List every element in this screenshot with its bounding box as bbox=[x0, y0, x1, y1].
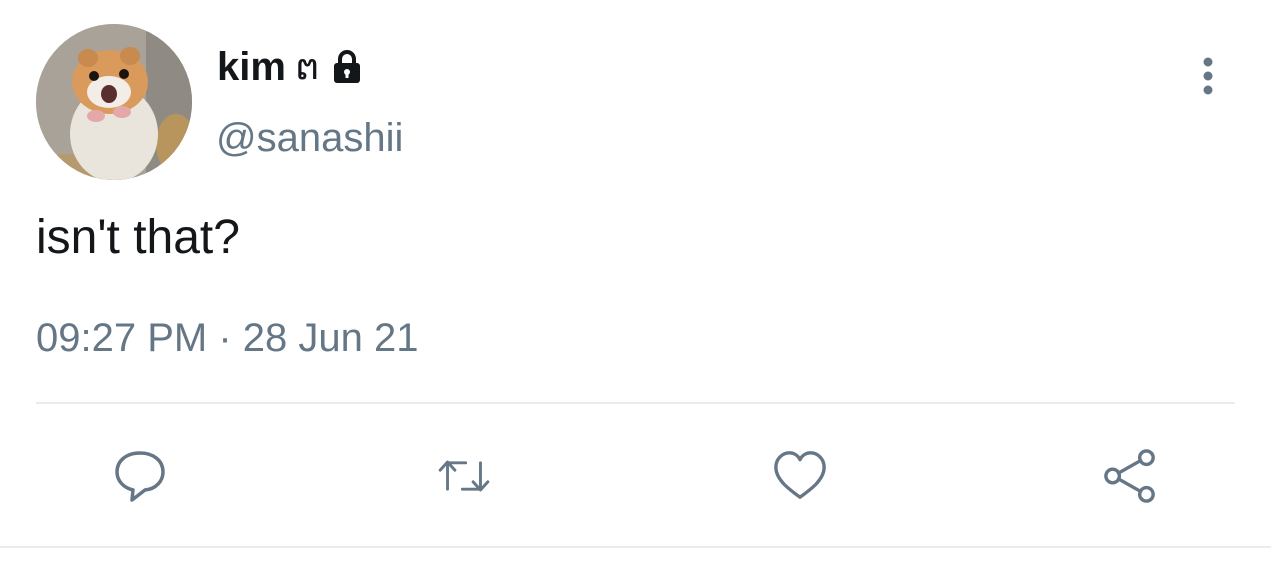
tweet-text: isn't that? bbox=[36, 211, 240, 264]
share-button[interactable] bbox=[1102, 448, 1158, 504]
more-options-button[interactable] bbox=[1192, 54, 1224, 98]
retweet-button[interactable] bbox=[436, 448, 492, 504]
tweet-timestamp[interactable]: 09:27 PM · 28 Jun 21 bbox=[36, 316, 418, 361]
heart-icon bbox=[774, 451, 826, 499]
bottom-divider bbox=[0, 546, 1271, 548]
display-name-text: kim bbox=[217, 44, 286, 89]
display-name[interactable]: kim ຕ bbox=[217, 40, 363, 94]
name-glyph: ຕ bbox=[295, 46, 320, 87]
retweet-icon bbox=[438, 460, 490, 492]
tweet-detail: kim ຕ @sanashii isn't that? 09:27 PM · 2… bbox=[0, 0, 1271, 567]
reply-button[interactable] bbox=[112, 448, 168, 504]
divider bbox=[36, 402, 1235, 404]
more-vertical-icon bbox=[1203, 57, 1213, 95]
lock-icon bbox=[331, 49, 363, 85]
like-button[interactable] bbox=[772, 448, 828, 504]
user-handle[interactable]: @sanashii bbox=[216, 116, 403, 161]
share-icon bbox=[1104, 449, 1155, 503]
avatar[interactable] bbox=[36, 24, 192, 180]
reply-icon bbox=[115, 451, 165, 502]
hamster-avatar-icon bbox=[36, 24, 192, 180]
